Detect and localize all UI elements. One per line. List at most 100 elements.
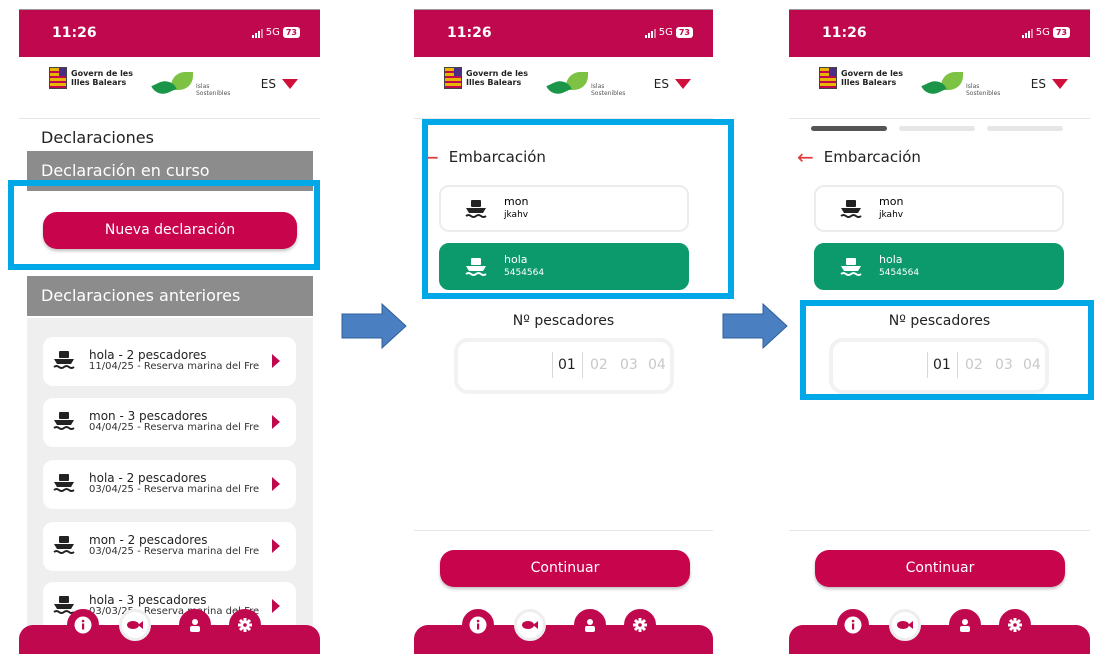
govern-line2: Illes Balears: [71, 78, 127, 87]
network-status: 5G 73: [251, 27, 300, 38]
flow-arrow-1: [341, 302, 407, 350]
network-status: 5G 73: [644, 27, 693, 38]
govern-logo: Govern de les Illes Balears: [444, 67, 528, 89]
settings-nav-button[interactable]: [999, 609, 1031, 641]
language-code: ES: [260, 77, 276, 91]
chevron-right-icon: [272, 354, 280, 368]
status-bar: 11:26 5G 73: [789, 10, 1090, 57]
boat-icon-wrap: [53, 473, 75, 493]
chevron-down-icon: [1052, 79, 1068, 89]
section-header-previous: Declaraciones anteriores: [27, 276, 313, 316]
chevron-down-icon: [675, 79, 691, 89]
fishers-picker[interactable]: 01 02 03 04: [454, 338, 674, 394]
boat-icon-wrap: [53, 411, 75, 431]
gear-icon: [238, 618, 252, 632]
boat-icon-wrap: [53, 350, 75, 370]
gear-icon: [1008, 618, 1022, 632]
list-item[interactable]: hola - 2 pescadores 11/04/25 - Reserva ma…: [43, 337, 296, 386]
progress-segment: [899, 126, 975, 131]
govern-line2: Illes Balears: [841, 78, 897, 87]
fish-nav-button[interactable]: [514, 609, 546, 641]
fishers-option[interactable]: 04: [648, 357, 666, 373]
person-icon: [960, 619, 970, 632]
highlight-new-declaration: [8, 180, 320, 270]
logo-header: Govern de les Illes Balears Islas Sostenib…: [414, 57, 713, 119]
chevron-down-icon: [282, 79, 298, 89]
back-button[interactable]: ← Embarcación: [797, 147, 921, 167]
fish-nav-button[interactable]: [119, 609, 151, 641]
gear-icon: [633, 618, 647, 632]
item-title: mon - 2 pescadores: [89, 533, 208, 547]
balearic-flag-icon: [819, 67, 837, 89]
person-icon: [190, 619, 200, 632]
boat-icon: [53, 412, 75, 430]
boat-code: 5454564: [879, 268, 920, 278]
boat-card[interactable]: hola 5454564: [814, 243, 1064, 290]
page-title: Declaraciones: [41, 128, 154, 147]
info-icon: [844, 616, 862, 634]
info-nav-button[interactable]: [462, 609, 494, 641]
picker-divider: [552, 352, 553, 378]
status-bar: 11:26 5G 73: [19, 10, 320, 57]
battery-icon: 73: [282, 27, 300, 38]
fishers-option[interactable]: 01: [558, 357, 576, 373]
logo-header: Govern de les Illes Balears Islas Sostenib…: [19, 57, 320, 119]
boat-icon: [53, 351, 75, 369]
section-title: Embarcación: [823, 148, 921, 166]
battery-icon: 73: [675, 27, 693, 38]
bottom-nav: [414, 609, 713, 654]
islas-sostenibles-logo: Islas Sostenibles: [151, 65, 230, 98]
list-item[interactable]: hola - 2 pescadores 03/04/25 - Reserva ma…: [43, 460, 296, 509]
person-nav-button[interactable]: [179, 609, 211, 641]
language-selector[interactable]: ES: [261, 77, 298, 91]
govern-logo: Govern de les Illes Balears: [819, 67, 903, 89]
chevron-right-icon: [272, 599, 280, 613]
list-item[interactable]: mon - 3 pescadores 04/04/25 - Reserva mar…: [43, 398, 296, 447]
highlight-fishers-picker: [800, 300, 1094, 400]
govern-line2: Illes Balears: [466, 78, 522, 87]
continue-button[interactable]: Continuar: [815, 550, 1065, 587]
islas-sostenibles-logo: Islas Sostenibles: [921, 65, 1000, 98]
info-icon: [74, 616, 92, 634]
language-code: ES: [653, 77, 669, 91]
boat-icon: [53, 536, 75, 554]
info-nav-button[interactable]: [837, 609, 869, 641]
picker-divider: [582, 352, 583, 378]
fish-nav-button[interactable]: [889, 609, 921, 641]
signal-icon: [251, 28, 263, 38]
fish-icon: [897, 621, 913, 629]
balearic-flag-icon: [444, 67, 462, 89]
settings-nav-button[interactable]: [229, 609, 261, 641]
language-code: ES: [1030, 77, 1046, 91]
settings-nav-button[interactable]: [624, 609, 656, 641]
islas-line1: Islas: [591, 83, 605, 90]
boat-card[interactable]: mon jkahv: [814, 185, 1064, 232]
info-nav-button[interactable]: [67, 609, 99, 641]
person-nav-button[interactable]: [574, 609, 606, 641]
item-subtitle: 03/04/25 - Reserva marina del Fre: [89, 484, 260, 495]
signal-icon: [1021, 28, 1033, 38]
network-type: 5G: [658, 27, 673, 38]
phone-screen-declarations: 11:26 5G 73 Govern de les Illes Balears I…: [19, 9, 320, 654]
fish-icon: [522, 621, 538, 629]
item-title: mon - 3 pescadores: [89, 409, 208, 423]
boat-code: jkahv: [879, 210, 904, 220]
divider: [414, 530, 713, 531]
fishers-option[interactable]: 03: [620, 357, 638, 373]
islas-line1: Islas: [966, 83, 980, 90]
divider: [789, 530, 1090, 531]
fishers-option[interactable]: 02: [590, 357, 608, 373]
status-time: 11:26: [52, 25, 97, 41]
boat-icon-wrap: [840, 257, 862, 277]
status-time: 11:26: [822, 25, 867, 41]
boat-icon: [840, 200, 862, 218]
language-selector[interactable]: ES: [1031, 77, 1068, 91]
person-nav-button[interactable]: [949, 609, 981, 641]
person-icon: [585, 619, 595, 632]
islas-line2: Sostenibles: [591, 90, 626, 97]
chevron-right-icon: [272, 415, 280, 429]
list-item[interactable]: mon - 2 pescadores 03/04/25 - Reserva mar…: [43, 522, 296, 571]
language-selector[interactable]: ES: [654, 77, 691, 91]
highlight-boat-selection: [422, 119, 734, 299]
continue-button[interactable]: Continuar: [440, 550, 690, 587]
